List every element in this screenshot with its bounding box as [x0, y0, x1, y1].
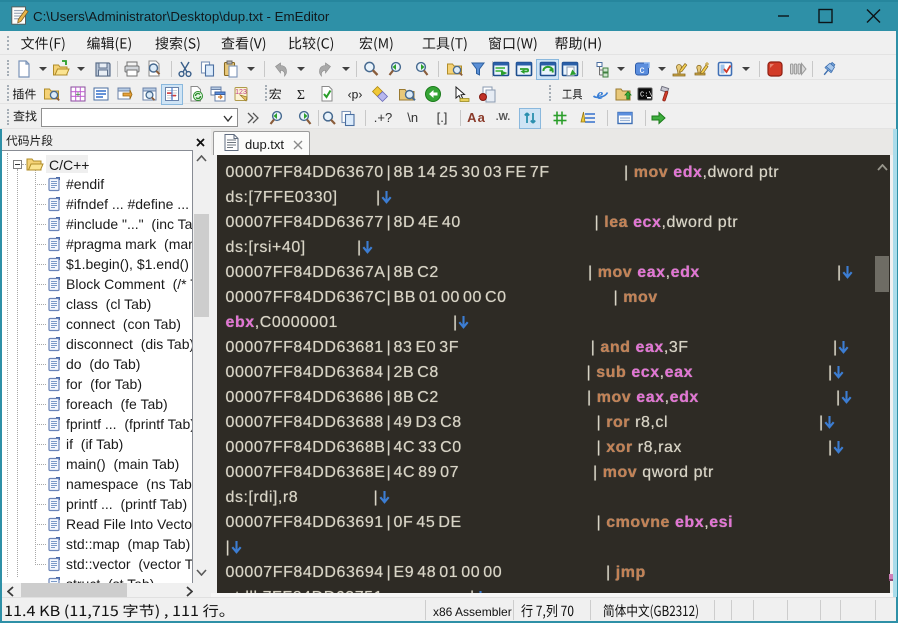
svg-text:Σ: Σ	[296, 88, 304, 103]
svg-text:c: c	[640, 65, 645, 76]
svg-text:+: +	[75, 90, 80, 100]
svg-text:‹p›: ‹p›	[348, 88, 363, 102]
svg-text:e: e	[596, 87, 603, 103]
